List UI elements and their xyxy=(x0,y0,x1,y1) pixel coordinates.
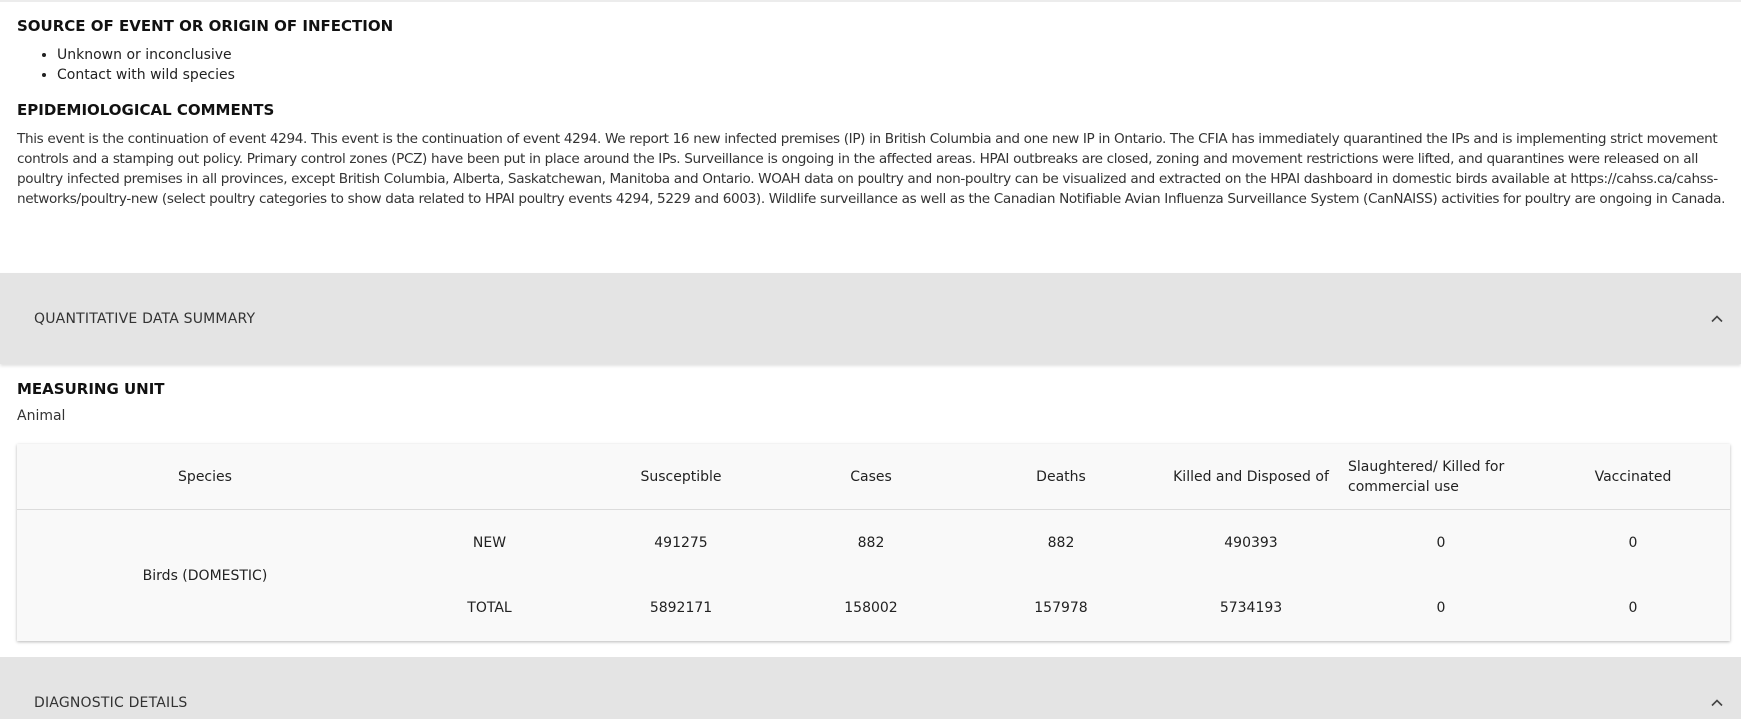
quantitative-data-summary-header[interactable]: QUANTITATIVE DATA SUMMARY xyxy=(0,273,1741,364)
table-header-row: Species Susceptible Cases Deaths Killed … xyxy=(17,444,1730,510)
cell-killed: 490393 xyxy=(1224,534,1278,551)
list-item: Contact with wild species xyxy=(57,65,1741,85)
cell-deaths: 882 xyxy=(1047,534,1075,551)
table-row: NEW 491275 882 882 490393 0 0 xyxy=(393,510,1730,576)
header-cases: Cases xyxy=(850,468,892,485)
header-deaths: Deaths xyxy=(1036,468,1086,485)
species-cell: Birds (DOMESTIC) xyxy=(142,567,268,584)
report-page: SOURCE OF EVENT OR ORIGIN OF INFECTION U… xyxy=(0,0,1741,719)
measuring-unit-block: MEASURING UNIT Animal xyxy=(17,380,165,424)
diagnostic-details-header[interactable]: DIAGNOSTIC DETAILS xyxy=(0,657,1741,719)
header-slaughtered: Slaughtered/ Killed for commercial use xyxy=(1348,458,1505,495)
table-rows: NEW 491275 882 882 490393 0 0 TOTAL 5892… xyxy=(393,510,1730,641)
header-blank xyxy=(393,444,586,509)
cell-deaths: 157978 xyxy=(1034,600,1088,617)
epidemiological-comments-title: EPIDEMIOLOGICAL COMMENTS xyxy=(17,101,275,119)
cell-susceptible: 5892171 xyxy=(649,600,713,617)
header-vaccinated: Vaccinated xyxy=(1594,468,1672,485)
cell-susceptible: 491275 xyxy=(654,534,708,551)
cell-vaccinated: 0 xyxy=(1628,534,1638,551)
cell-vaccinated: 0 xyxy=(1628,600,1638,617)
row-label: NEW xyxy=(472,534,507,551)
epidemiological-comments-text: This event is the continuation of event … xyxy=(17,131,1726,207)
measuring-unit-title: MEASURING UNIT xyxy=(17,380,165,398)
measuring-unit-value: Animal xyxy=(17,408,66,424)
row-label: TOTAL xyxy=(467,600,512,617)
chevron-up-icon[interactable] xyxy=(1710,312,1724,326)
cell-cases: 158002 xyxy=(844,600,898,617)
header-susceptible: Susceptible xyxy=(640,468,722,485)
header-killed: Killed and Disposed of xyxy=(1173,468,1329,485)
origin-list: Unknown or inconclusive Contact with wil… xyxy=(57,45,1741,85)
chevron-up-icon[interactable] xyxy=(1710,696,1724,710)
cell-killed: 5734193 xyxy=(1219,600,1283,617)
accordion-label: DIAGNOSTIC DETAILS xyxy=(34,694,188,711)
top-divider xyxy=(0,0,1741,2)
table-row: TOTAL 5892171 158002 157978 5734193 0 0 xyxy=(393,576,1730,642)
quantitative-table: Species Susceptible Cases Deaths Killed … xyxy=(17,444,1730,641)
cell-cases: 882 xyxy=(857,534,885,551)
table-body: Birds (DOMESTIC) NEW 491275 882 882 4903… xyxy=(17,510,1730,641)
cell-slaughtered: 0 xyxy=(1436,600,1446,617)
origin-section-title: SOURCE OF EVENT OR ORIGIN OF INFECTION xyxy=(17,17,394,35)
cell-slaughtered: 0 xyxy=(1436,534,1446,551)
header-species: Species xyxy=(178,468,232,485)
accordion-label: QUANTITATIVE DATA SUMMARY xyxy=(34,310,256,327)
list-item: Unknown or inconclusive xyxy=(57,45,1741,65)
